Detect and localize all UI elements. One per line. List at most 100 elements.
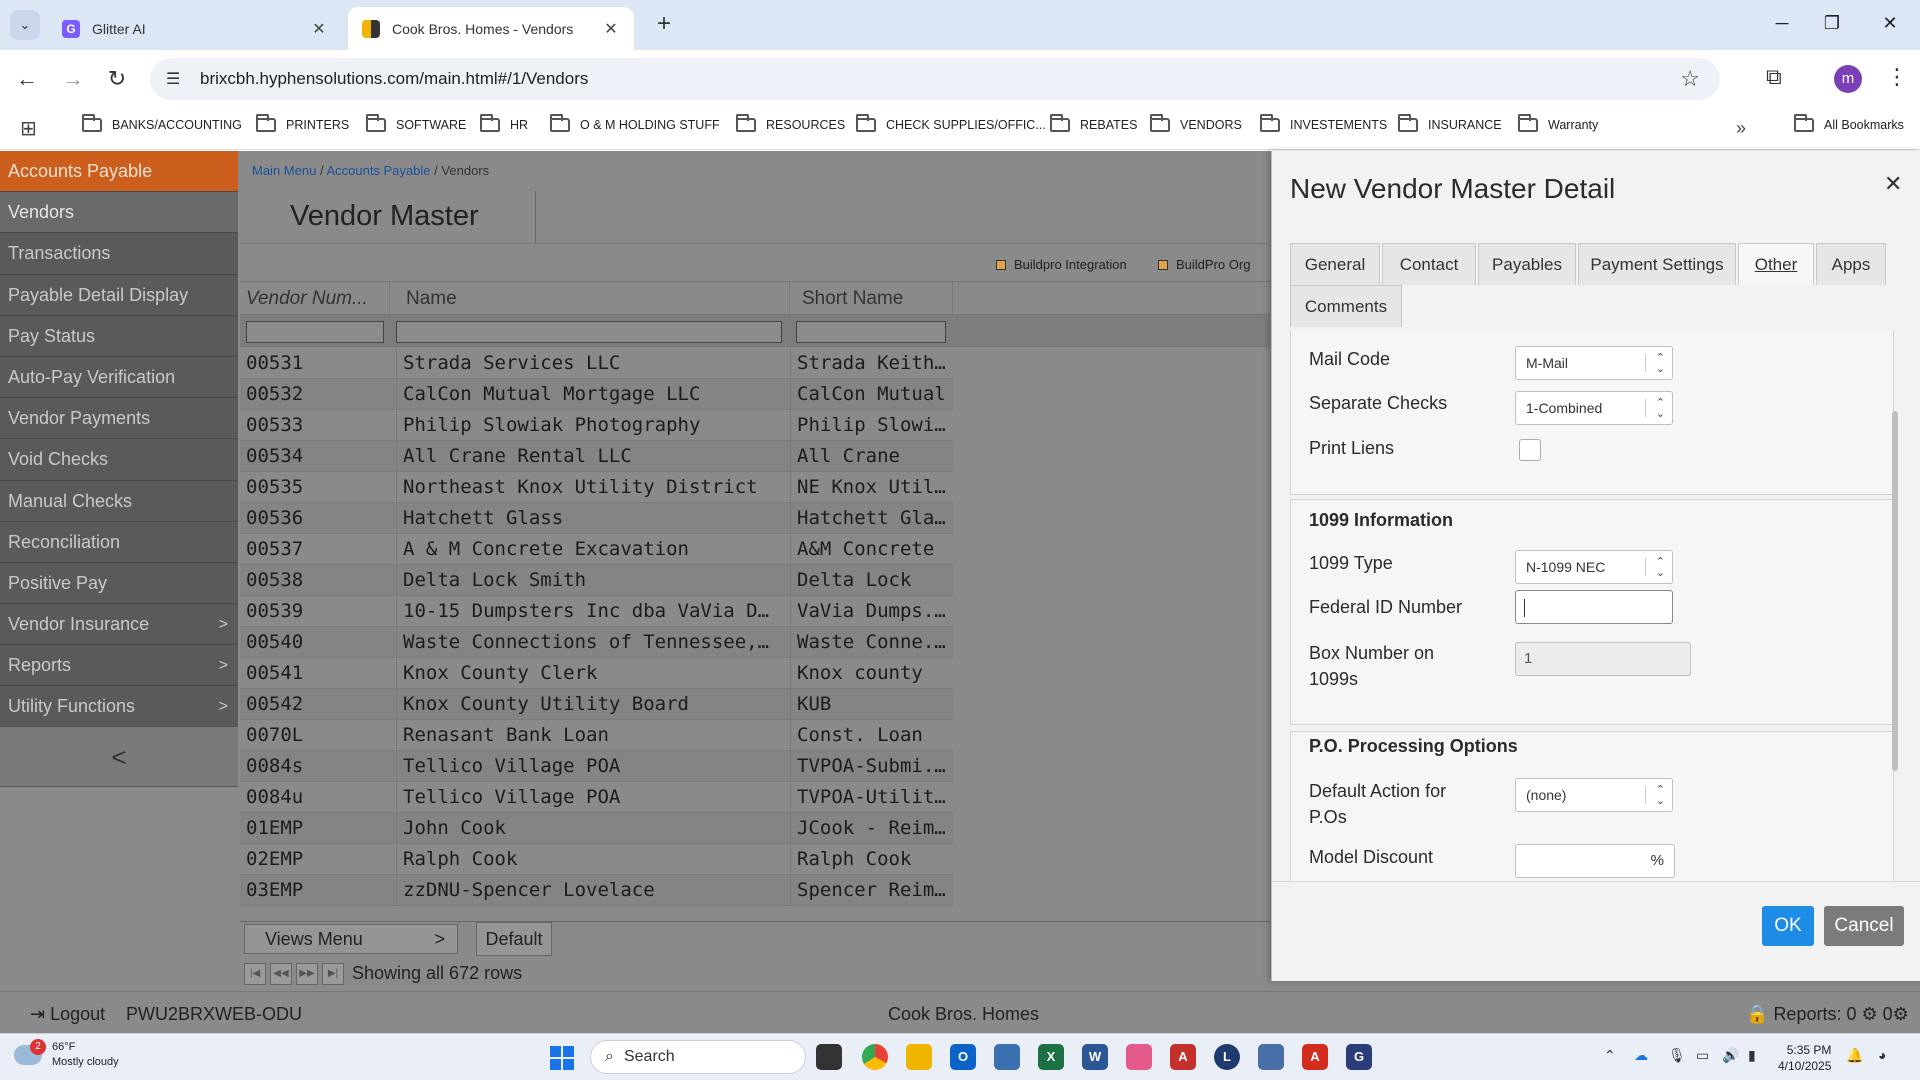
file-explorer-icon[interactable] — [906, 1044, 932, 1070]
acrobat-icon[interactable]: A — [1302, 1044, 1328, 1070]
taskbar-search[interactable]: ⌕ Search — [590, 1040, 806, 1074]
bookmark-star-icon[interactable]: ☆ — [1680, 66, 1700, 92]
table-row[interactable]: 03EMP zzDNU-Spencer Lovelace Spencer Reim.… — [240, 875, 953, 906]
copilot-icon[interactable]: ◕ — [1878, 1047, 1886, 1063]
table-row[interactable]: 00541 Knox County Clerk Knox county — [240, 658, 953, 689]
chevron-up-icon[interactable]: ⌃ — [1604, 1047, 1616, 1064]
tab-payment-settings[interactable]: Payment Settings — [1578, 243, 1736, 285]
word-icon[interactable]: W — [1082, 1044, 1108, 1070]
battery-icon[interactable]: ▮ — [1748, 1047, 1756, 1064]
table-row[interactable]: 00532 CalCon Mutual Mortgage LLC CalCon Mu… — [240, 379, 953, 410]
bookmark-folder[interactable]: O & M HOLDING STUFF — [550, 114, 720, 132]
new-tab-button[interactable]: + — [650, 10, 678, 38]
bookmark-folder[interactable]: PRINTERS — [256, 114, 349, 132]
microphone-icon[interactable]: 🎙 — [1668, 1047, 1686, 1064]
first-page-icon[interactable]: |◀ — [244, 963, 266, 985]
volume-icon[interactable]: 🔊 — [1722, 1047, 1739, 1064]
sidebar-item-vendor-insurance[interactable]: Vendor Insurance > — [0, 604, 238, 646]
box-number-input[interactable]: 1 — [1515, 642, 1691, 676]
table-row[interactable]: 00535 Northeast Knox Utility District NE K… — [240, 472, 953, 503]
url-bar[interactable]: ☰ brixcbh.hyphensolutions.com/main.html#… — [150, 58, 1720, 100]
chrome-icon[interactable] — [862, 1044, 888, 1070]
table-row[interactable]: 00531 Strada Services LLC Strada Keith Po — [240, 348, 953, 379]
extensions-icon[interactable]: ⧉ — [1766, 64, 1782, 90]
windows-start-icon[interactable] — [550, 1046, 574, 1070]
snipping-tool-icon[interactable] — [1126, 1044, 1152, 1070]
views-menu-button[interactable]: Views Menu > — [244, 924, 458, 954]
sidebar-item-payable-detail[interactable]: Payable Detail Display — [0, 275, 238, 316]
table-row[interactable]: 00534 All Crane Rental LLC All Crane — [240, 441, 953, 472]
window-close-button[interactable]: ✕ — [1870, 8, 1910, 38]
print-liens-checkbox[interactable] — [1519, 439, 1541, 461]
weather-widget[interactable]: 2 66°F Mostly cloudy — [14, 1039, 119, 1070]
onedrive-icon[interactable]: ☁ — [1634, 1047, 1648, 1064]
sidebar-item-utility-functions[interactable]: Utility Functions > — [0, 686, 238, 728]
next-page-icon[interactable]: ▶▶ — [296, 963, 318, 985]
previous-page-icon[interactable]: ◀◀ — [270, 963, 292, 985]
network-icon[interactable]: ▭ — [1696, 1047, 1709, 1064]
more-bookmarks-icon[interactable]: » — [1736, 118, 1746, 139]
bookmark-folder[interactable]: VENDORS — [1150, 114, 1242, 132]
table-row[interactable]: 0084s Tellico Village POA TVPOA-Submi... — [240, 751, 953, 782]
table-row[interactable]: 02EMP Ralph Cook Ralph Cook — [240, 844, 953, 875]
table-row[interactable]: 00538 Delta Lock Smith Delta Lock — [240, 565, 953, 596]
sidebar-item-void-checks[interactable]: Void Checks — [0, 439, 238, 481]
calculator-icon[interactable] — [1258, 1044, 1284, 1070]
bookmark-folder[interactable]: RESOURCES — [736, 114, 845, 132]
apps-grid-icon[interactable]: ⊞ — [20, 116, 37, 141]
close-icon[interactable]: ✕ — [310, 19, 328, 39]
maximize-button[interactable]: ❐ — [1812, 8, 1852, 38]
sidebar-item-pay-status[interactable]: Pay Status — [0, 316, 238, 357]
tab-apps[interactable]: Apps — [1816, 243, 1886, 285]
sidebar-item-transactions[interactable]: Transactions — [0, 233, 238, 275]
excel-icon[interactable]: X — [1038, 1044, 1064, 1070]
tab-other[interactable]: Other — [1738, 243, 1814, 285]
minimize-button[interactable]: ─ — [1762, 8, 1802, 38]
table-row[interactable]: 00540 Waste Connections of Tennessee, Inc… — [240, 627, 953, 658]
logout-button[interactable]: ⇥ Logout — [30, 1004, 105, 1025]
buildpro-integration-checkbox[interactable]: Buildpro Integration — [996, 257, 1127, 272]
sidebar-item-vendors[interactable]: Vendors — [0, 192, 238, 234]
tab-search-dropdown[interactable]: ⌄ — [10, 10, 40, 40]
app-icon[interactable]: L — [1214, 1044, 1240, 1070]
table-row[interactable]: 00542 Knox County Utility Board KUB — [240, 689, 953, 720]
table-row[interactable]: 01EMP John Cook JCook - Reim... — [240, 813, 953, 844]
bookmark-folder[interactable]: REBATES — [1050, 114, 1137, 132]
app-icon[interactable] — [994, 1044, 1020, 1070]
profile-avatar[interactable]: m — [1834, 65, 1862, 93]
taskbar-clock[interactable]: 5:35 PM 4/10/2025 — [1778, 1042, 1831, 1074]
reload-button[interactable]: ↻ — [102, 64, 132, 94]
cancel-button[interactable]: Cancel — [1824, 906, 1904, 946]
type-1099-select[interactable]: N-1099 NEC ⌃ ⌄ — [1515, 550, 1673, 584]
sidebar-item-auto-pay[interactable]: Auto-Pay Verification — [0, 357, 238, 399]
bookmark-folder[interactable]: BANKS/ACCOUNTING — [82, 114, 242, 132]
tab-contact[interactable]: Contact — [1382, 243, 1476, 285]
bookmark-folder[interactable]: CHECK SUPPLIES/OFFIC... — [856, 114, 1046, 132]
sidebar-item-accounts-payable[interactable]: Accounts Payable — [0, 151, 238, 193]
column-header-name[interactable]: Name — [390, 282, 790, 316]
table-row[interactable]: 00536 Hatchett Glass Hatchett Glass — [240, 503, 953, 534]
bookmark-folder[interactable]: SOFTWARE — [366, 114, 466, 132]
tab-general[interactable]: General — [1290, 243, 1380, 285]
default-view-button[interactable]: Default — [476, 922, 552, 956]
collapse-sidebar-button[interactable]: < — [0, 726, 238, 786]
table-row[interactable]: 0084u Tellico Village POA TVPOA-Utilities — [240, 782, 953, 813]
ok-button[interactable]: OK — [1762, 906, 1814, 946]
name-filter-input[interactable] — [396, 321, 782, 343]
column-header-short-name[interactable]: Short Name — [790, 282, 953, 316]
federal-id-input[interactable] — [1515, 590, 1673, 624]
table-row[interactable]: 00533 Philip Slowiak Photography Philip Sl… — [240, 410, 953, 441]
table-row[interactable]: 0070L Renasant Bank Loan Const. Loan — [240, 720, 953, 751]
reports-status[interactable]: 🔒 Reports: 0 ⚙ 0⚙ — [1746, 1004, 1909, 1025]
bookmark-folder[interactable]: INVESTEMENTS — [1260, 114, 1387, 132]
outlook-icon[interactable]: O — [950, 1044, 976, 1070]
browser-tab-vendors[interactable]: Cook Bros. Homes - Vendors ✕ — [348, 7, 634, 50]
default-action-select[interactable]: (none) ⌃ ⌄ — [1515, 778, 1673, 812]
close-icon[interactable]: ✕ — [602, 19, 620, 39]
mail-code-select[interactable]: M-Mail ⌃ ⌄ — [1515, 346, 1673, 380]
column-header-vendor-num[interactable]: Vendor Num... — [240, 282, 390, 316]
bookmark-folder[interactable]: HR — [480, 114, 528, 132]
browser-tab-glitter[interactable]: G Glitter AI ✕ — [48, 7, 342, 50]
browser-menu-icon[interactable]: ⋮ — [1886, 64, 1908, 90]
tab-payables[interactable]: Payables — [1478, 243, 1576, 285]
